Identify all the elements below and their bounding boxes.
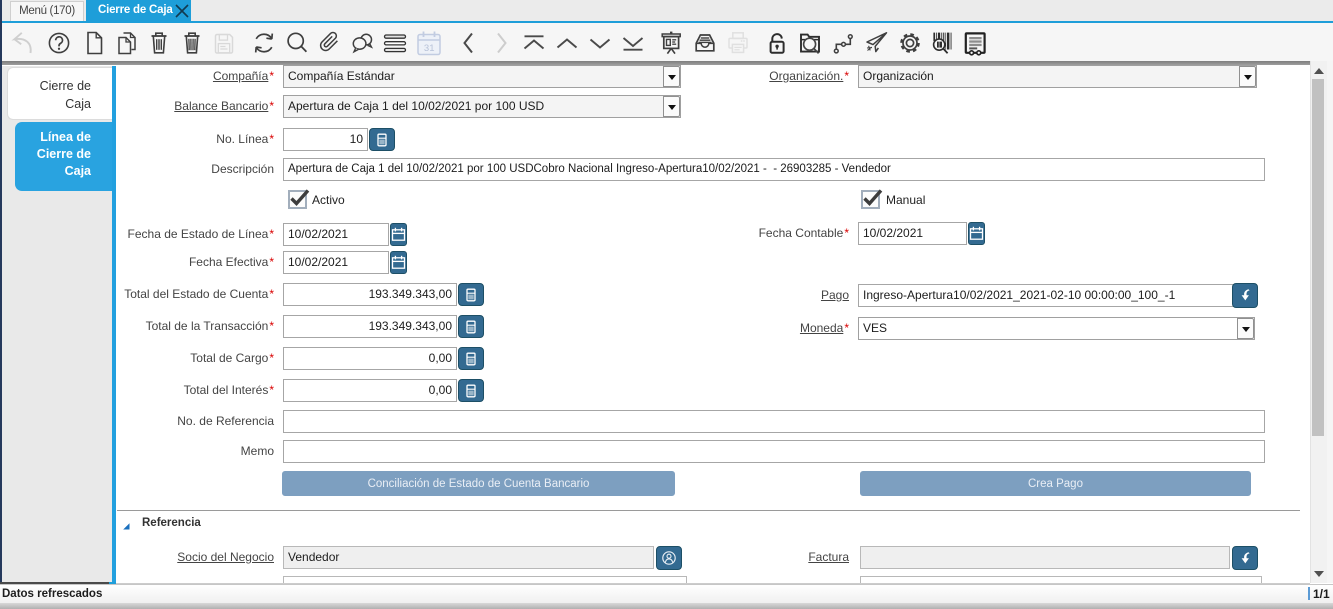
svg-text:31: 31: [424, 43, 435, 54]
